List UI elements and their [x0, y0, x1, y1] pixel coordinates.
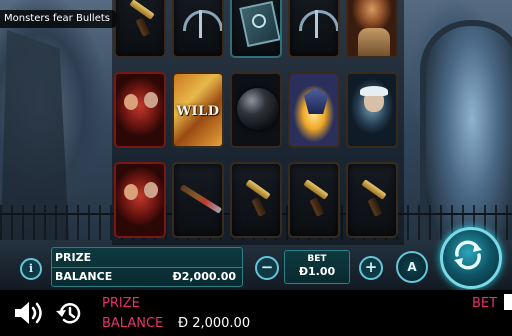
- status-prize-label: PRIZE: [102, 296, 140, 311]
- game-title: Monsters fear Bullets: [0, 10, 116, 28]
- reel-2: WILD: [170, 0, 226, 245]
- symbol-pistol: [230, 162, 282, 238]
- bet-panel: BET Ɖ1.00: [284, 250, 350, 284]
- wild-label: WILD: [176, 104, 220, 119]
- symbol-huntress: [346, 0, 398, 58]
- symbol-crossbow: [172, 0, 224, 58]
- symbol-crossbow: [288, 0, 340, 58]
- reel-1: [112, 0, 168, 245]
- symbol-pistol: [288, 162, 340, 238]
- balance-label: BALANCE: [55, 270, 113, 283]
- panel-divider: [52, 267, 242, 268]
- reel-4: [286, 0, 342, 245]
- reel-3: [228, 0, 284, 245]
- sound-icon[interactable]: [13, 300, 45, 326]
- bet-decrease-button[interactable]: −: [255, 256, 279, 280]
- symbol-hunter: [346, 72, 398, 148]
- info-button[interactable]: i: [20, 258, 42, 280]
- prize-label: PRIZE: [55, 251, 92, 264]
- spin-arrows-icon: [454, 240, 482, 270]
- symbol-monster-duo: [114, 72, 166, 148]
- status-bet-value: [504, 294, 512, 310]
- symbol-wolf: [288, 72, 340, 148]
- spin-button[interactable]: [440, 227, 502, 289]
- status-balance-value: Ɖ 2,000.00: [178, 316, 251, 331]
- bet-increase-button[interactable]: +: [359, 256, 383, 280]
- bet-value: Ɖ1.00: [298, 265, 336, 278]
- symbol-bomb: [230, 72, 282, 148]
- history-icon[interactable]: [54, 299, 84, 327]
- symbol-rifle: [172, 162, 224, 238]
- prize-balance-panel: PRIZE BALANCE Ɖ2,000.00: [51, 247, 243, 287]
- symbol-pistol: [114, 0, 166, 58]
- symbol-pistol: [346, 162, 398, 238]
- reel-5: [344, 0, 400, 245]
- symbol-monster-duo: [114, 162, 166, 238]
- symbol-wild: WILD: [172, 72, 224, 148]
- reel-grid: WILD: [112, 0, 404, 245]
- balance-value: Ɖ2,000.00: [172, 270, 237, 283]
- symbol-spell-book: [230, 0, 282, 58]
- status-bar: PRIZE BALANCE Ɖ 2,000.00 BET: [0, 290, 512, 336]
- status-bet-label: BET: [472, 296, 498, 311]
- bet-label: BET: [307, 254, 327, 264]
- autoplay-button[interactable]: A: [396, 251, 428, 283]
- control-bar: i PRIZE BALANCE Ɖ2,000.00 − BET Ɖ1.00 + …: [0, 227, 512, 289]
- status-balance-label: BALANCE: [102, 316, 164, 331]
